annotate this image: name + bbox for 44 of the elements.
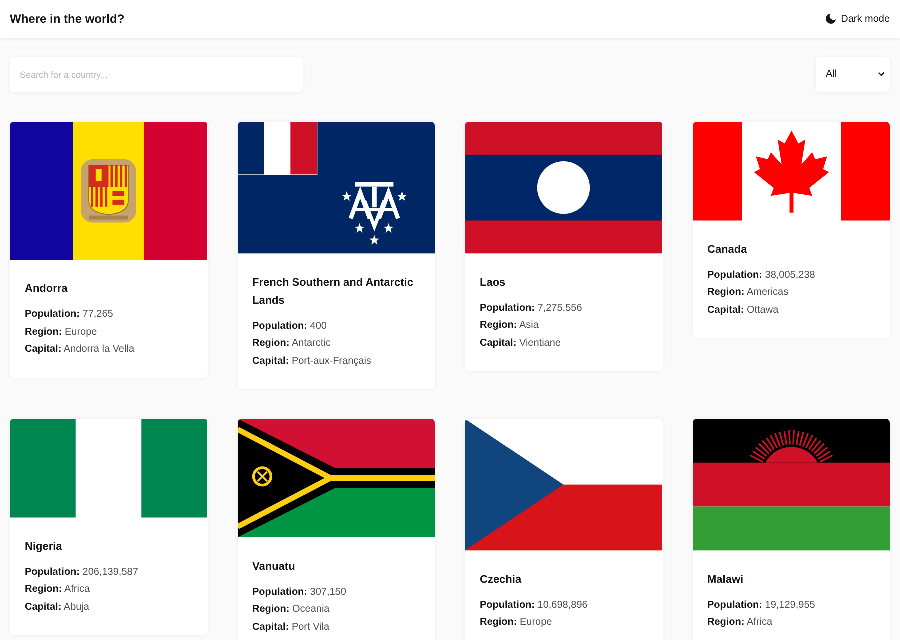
country-detail: Region: Americas [708,286,790,300]
country-detail: Population: 206,139,587 [25,566,140,580]
country-detail: Capital: Abuja [25,600,90,615]
country-detail: Region: Africa [708,616,774,630]
country-detail: Region: Asia [480,319,540,334]
country-name: Czechia [480,572,523,588]
country-detail: Region: Antarctic [252,337,332,352]
dark-mode-button[interactable]: Dark mode [826,14,890,24]
country-card[interactable]: French Southern and Antarctic Lands Population: 400 Region: Antarctic Capital: Port-aux-Français [238,122,435,390]
country-detail: Population: 7,275,556 [480,302,584,316]
country-card[interactable]: Vanuatu Population: 307,150 Region: Oceania Capital: Port Vila [238,419,435,640]
country-detail: Capital: Port-aux-Français [252,354,372,369]
search-field[interactable]: Search for a country... [10,57,303,92]
country-detail: Region: Europe [25,326,98,340]
country-detail: Region: Europe [480,616,554,630]
country-name: Canada [708,242,748,258]
country-card[interactable]: Czechia Population: 10,698,896 Region: Europe [465,419,662,640]
country-detail: Population: 10,698,896 [480,598,589,613]
country-detail: Population: 38,005,238 [708,268,816,283]
country-detail: Population: 400 [252,320,328,334]
country-name: Nigeria [25,540,64,555]
country-name: Andorra [25,282,69,298]
country-card[interactable]: Andorra Population: 77,265 Region: Europe Capital: Andorra la Vella [10,122,208,378]
country-detail: Population: 77,265 [25,308,114,322]
country-detail: Population: 19,129,955 [708,598,816,613]
country-detail: Capital: Port Vila [252,620,331,635]
country-name: Vanuatu [252,560,296,575]
region-filter[interactable]: All [816,57,890,92]
country-name: Malawi [708,572,745,588]
country-card[interactable]: Malawi Population: 19,129,955 Region: Africa [692,419,890,640]
country-name: Laos [480,276,507,291]
country-card[interactable]: Canada Population: 38,005,238 Region: Americas Capital: Ottawa [692,122,890,338]
country-detail: Region: Africa [25,583,92,598]
chevron-down-icon [878,72,885,77]
country-card[interactable]: Nigeria Population: 206,139,587 Region: Africa Capital: Abuja [10,419,208,636]
country-detail: Capital: Vientiane [480,336,562,351]
country-name: French Southern and Antarctic Lands [252,276,414,309]
country-detail: Region: Oceania [252,603,331,618]
moon-icon [826,14,836,24]
country-card[interactable]: Laos Population: 7,275,556 Region: Asia Capital: Vientiane [465,122,662,372]
country-detail: Capital: Ottawa [708,304,780,318]
country-detail: Capital: Andorra la Vella [25,343,136,358]
country-detail: Population: 307,150 [252,586,348,600]
app-title: Where in the world? [10,12,125,26]
